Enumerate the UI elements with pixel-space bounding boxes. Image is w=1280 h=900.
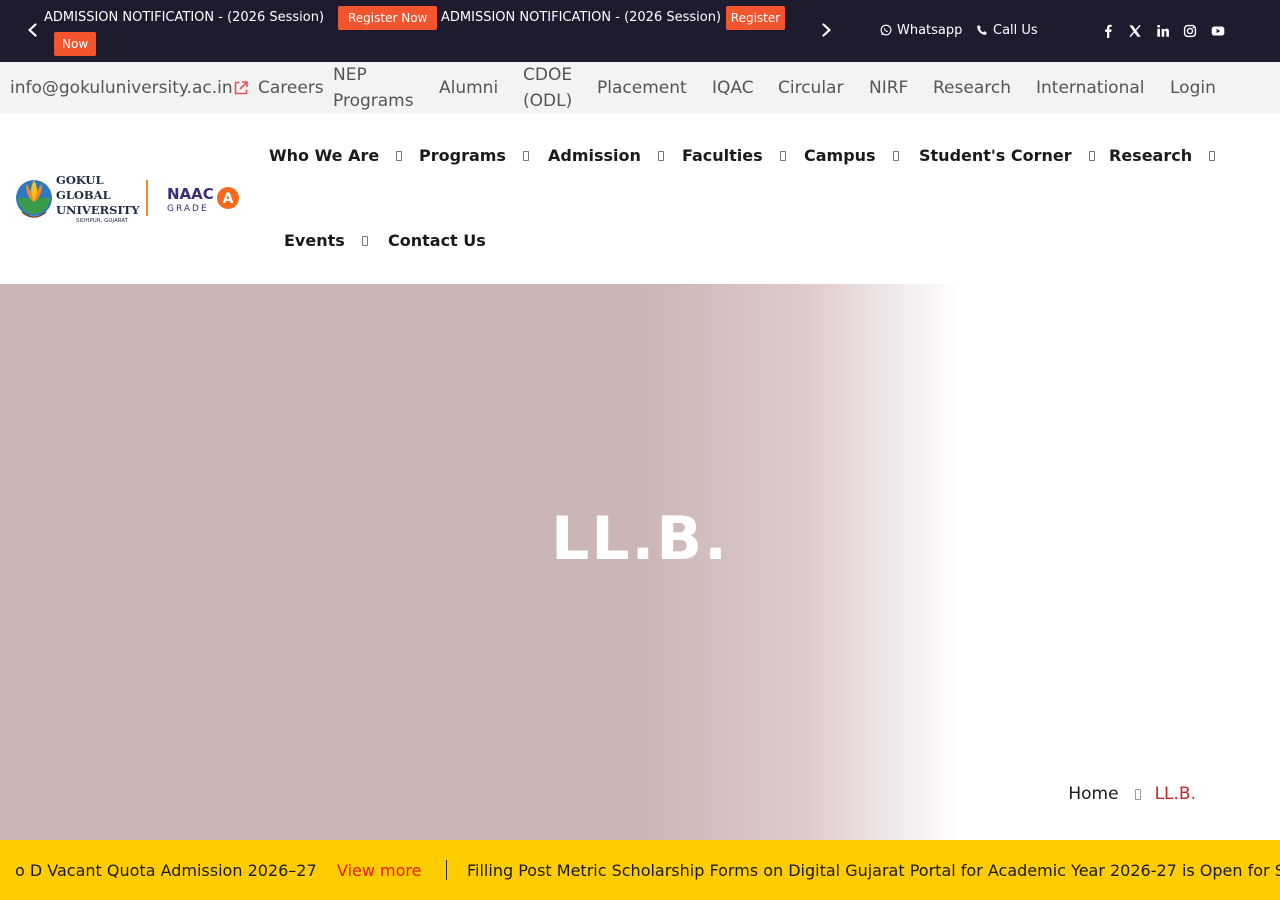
nirf-link[interactable]: NIRF [869,75,908,101]
university-emblem-icon [16,180,52,218]
nav-students-corner[interactable]: Student's Corner [919,146,1095,165]
nep-line1: NEP [333,65,367,85]
nav-label: Student's Corner [919,146,1072,165]
instagram-link[interactable] [1181,22,1199,40]
nav-faculties[interactable]: Faculties [682,146,786,165]
nav-label: Admission [548,146,641,165]
announcement-marquee: o D Vacant Quota Admission 2026–27 View … [0,840,1280,900]
whatsapp-label: Whatsapp [897,22,963,38]
logo-line-2: GLOBAL [56,188,111,202]
logo-line-4: SIDHPUR, GUJARAT [76,218,129,224]
view-more-link[interactable]: View more [337,861,422,880]
dropdown-caret-icon [361,235,368,246]
university-logo[interactable]: GOKUL GLOBAL UNIVERSITY SIDHPUR, GUJARAT… [14,172,242,226]
breadcrumb-current: LL.B. [1154,784,1196,804]
external-link-icon[interactable] [233,80,249,96]
nav-contact-us[interactable]: Contact Us [388,231,486,250]
notice-text: ADMISSION NOTIFICATION - (2026 Session) [441,10,722,25]
utility-link-bar: info@gokuluniversity.ac.in Careers NEP P… [0,62,1280,114]
dropdown-caret-icon [892,150,899,161]
logo-divider [146,180,148,216]
whatsapp-icon [880,24,892,36]
nav-label: Faculties [682,146,763,165]
top-notification-bar: ADMISSION NOTIFICATION - (2026 Session) … [0,0,1280,62]
nav-programs[interactable]: Programs [419,146,529,165]
notice-text: ADMISSION NOTIFICATION - (2026 Session) [44,10,325,25]
dropdown-caret-icon [779,150,786,161]
circular-link[interactable]: Circular [778,75,843,101]
iqac-link[interactable]: IQAC [712,75,754,101]
breadcrumb-separator-icon [1134,788,1141,800]
chevron-right-icon [822,23,831,37]
facebook-link[interactable] [1099,22,1117,40]
nav-who-we-are[interactable]: Who We Are [269,146,403,165]
linkedin-icon [1157,24,1169,37]
international-link[interactable]: International [1036,75,1145,101]
nav-label: Events [284,231,345,250]
logo-line-3: UNIVERSITY [56,203,140,217]
page-title: LL.B. [551,504,729,574]
nep-line2: Programs [333,91,414,111]
register-now-button[interactable]: Register Now [338,6,438,30]
nav-research[interactable]: Research [1109,146,1216,165]
admission-ticker: ADMISSION NOTIFICATION - (2026 Session) … [44,6,788,58]
dropdown-caret-icon [522,150,529,161]
nav-label: Who We Are [269,146,380,165]
naac-label: NAAC [167,185,214,203]
linkedin-link[interactable] [1154,22,1172,40]
alumni-link[interactable]: Alumni [439,75,498,101]
dropdown-caret-icon [1088,150,1095,161]
register-now-button[interactable]: Register [726,6,785,30]
nav-events[interactable]: Events [284,231,368,250]
youtube-link[interactable] [1209,22,1227,40]
dropdown-caret-icon [1209,150,1216,161]
next-notice-button[interactable] [814,18,838,42]
marquee-item: o D Vacant Quota Admission 2026–27 [15,861,317,880]
login-link[interactable]: Login [1170,75,1216,101]
youtube-icon [1211,26,1225,36]
call-us-label: Call Us [993,22,1038,38]
dropdown-caret-icon [396,150,403,161]
page-hero-banner: LL.B. Home LL.B. [0,284,1280,840]
facebook-icon [1105,24,1112,38]
instagram-icon [1183,24,1197,38]
marquee-item: Filling Post Metric Scholarship Forms on… [467,861,1280,880]
nav-label: Research [1109,146,1193,165]
breadcrumb-home-link[interactable]: Home [1068,784,1118,804]
marquee-divider [446,860,447,880]
nav-label: Campus [804,146,876,165]
cdoe-line2: (ODL) [523,91,573,111]
prev-notice-button[interactable] [21,18,45,42]
whatsapp-link[interactable]: Whatsapp [880,20,962,40]
placement-link[interactable]: Placement [597,75,687,101]
logo-line-1: GOKUL [56,173,104,187]
dropdown-caret-icon [657,150,664,161]
grade-label: GRADE [167,204,209,214]
nav-label: Contact Us [388,231,486,250]
nep-programs-link[interactable]: NEP Programs [333,62,414,114]
cdoe-line1: CDOE [523,65,573,85]
careers-link[interactable]: Careers [258,75,324,101]
research-top-link[interactable]: Research [933,75,1011,101]
x-icon [1129,24,1141,38]
nav-label: Programs [419,146,506,165]
x-link[interactable] [1126,22,1144,40]
chevron-left-icon [28,23,37,37]
phone-icon [977,25,987,35]
grade-letter: A [223,191,234,207]
breadcrumb: Home LL.B. [1068,784,1196,804]
nav-campus[interactable]: Campus [804,146,899,165]
nav-admission[interactable]: Admission [548,146,664,165]
cdoe-odl-link[interactable]: CDOE (ODL) [523,62,572,114]
call-us-link[interactable]: Call Us [976,20,1038,40]
email-link[interactable]: info@gokuluniversity.ac.in [10,75,233,101]
register-now-button-wrap[interactable]: Now [54,32,97,56]
